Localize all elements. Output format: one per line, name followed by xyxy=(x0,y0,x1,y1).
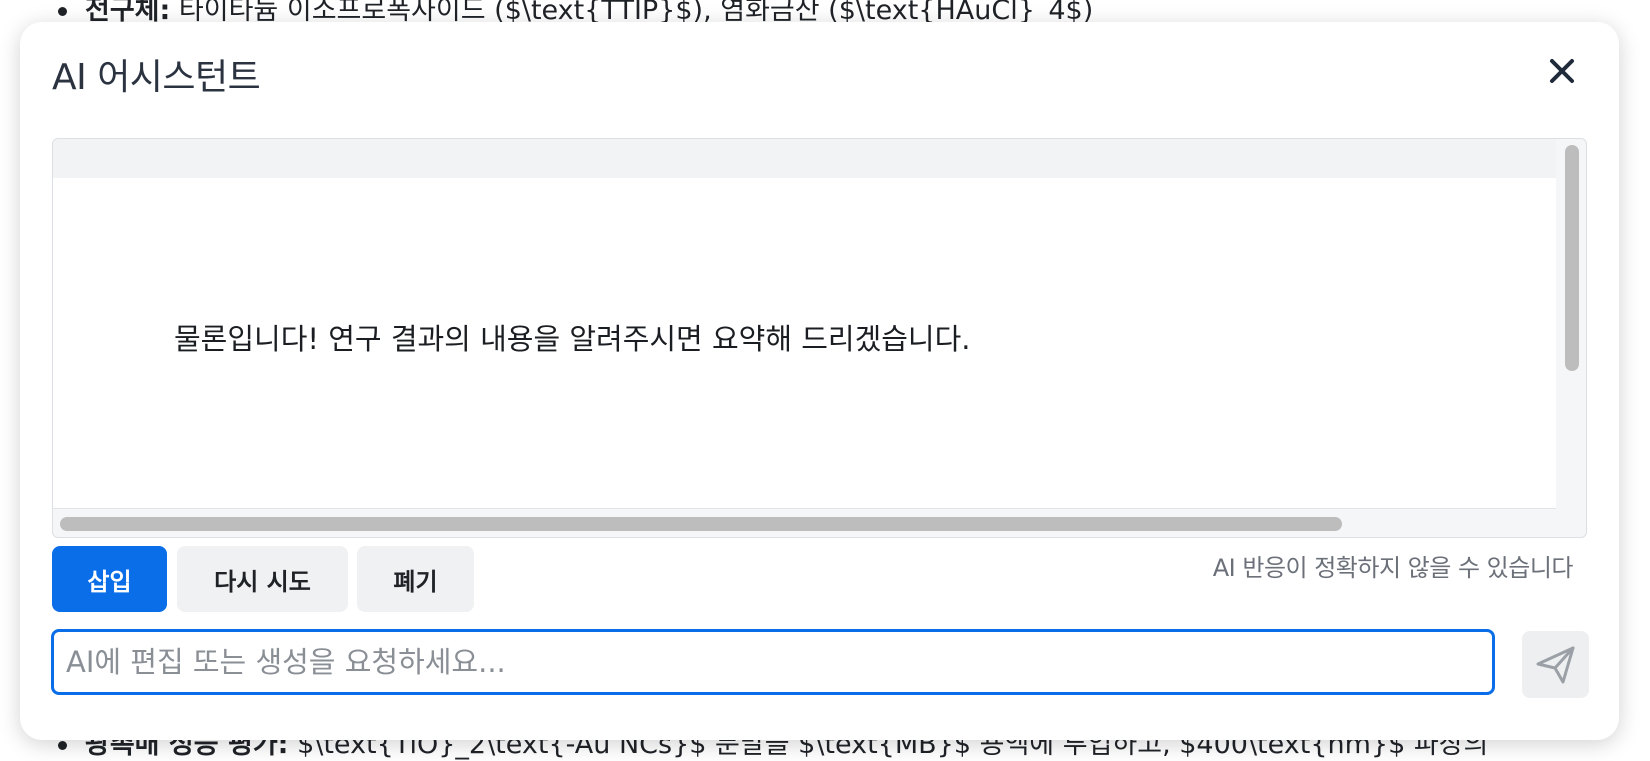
discard-button[interactable]: 폐기 xyxy=(357,546,474,612)
bullet-icon xyxy=(58,7,67,16)
bullet-icon xyxy=(58,741,67,750)
horizontal-scrollbar[interactable] xyxy=(60,517,1342,531)
insert-button[interactable]: 삽입 xyxy=(52,546,167,612)
close-button[interactable] xyxy=(1543,52,1581,90)
dialog-title: AI 어시스턴트 xyxy=(52,57,261,98)
retry-button[interactable]: 다시 시도 xyxy=(177,546,348,612)
send-button[interactable] xyxy=(1522,631,1589,698)
response-text: 물론입니다! 연구 결과의 내용을 알려주시면 요약해 드리겠습니다. xyxy=(174,322,971,356)
response-content: 물론입니다! 연구 결과의 내용을 알려주시면 요약해 드리겠습니다. xyxy=(53,178,1556,509)
ai-disclaimer: AI 반응이 정확하지 않을 수 있습니다 xyxy=(1212,554,1574,582)
response-header-bar xyxy=(53,139,1556,178)
ai-response-panel: 물론입니다! 연구 결과의 내용을 알려주시면 요약해 드리겠습니다. xyxy=(52,138,1587,538)
close-icon xyxy=(1550,59,1574,83)
vertical-scrollbar[interactable] xyxy=(1565,145,1579,371)
send-icon xyxy=(1536,646,1575,684)
ai-assistant-dialog: AI 어시스턴트 물론입니다! 연구 결과의 내용을 알려주시면 요약해 드리겠… xyxy=(20,22,1619,740)
prompt-input[interactable] xyxy=(51,629,1495,695)
